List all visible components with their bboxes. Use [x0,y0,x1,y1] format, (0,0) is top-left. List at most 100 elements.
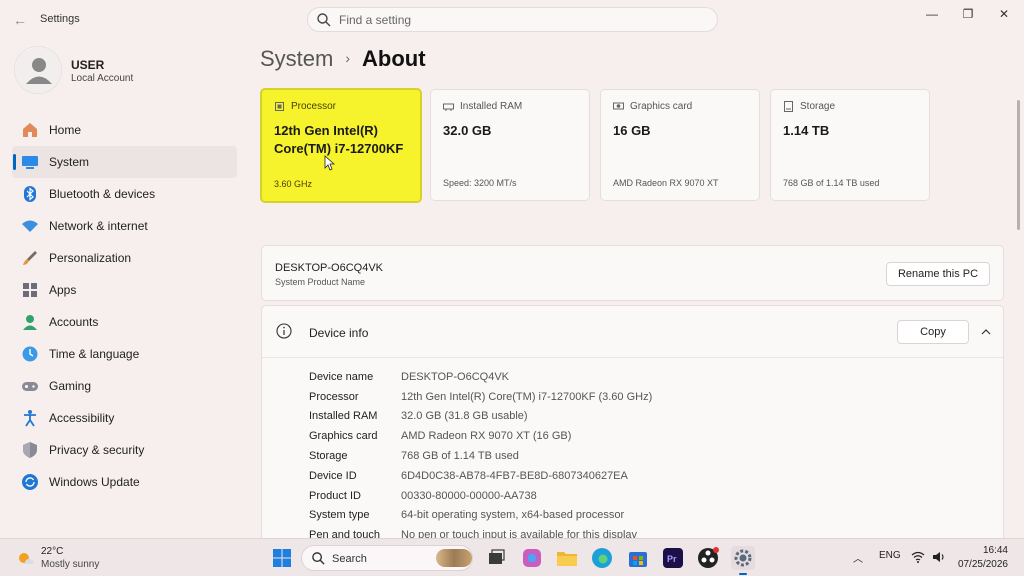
copy-button[interactable]: Copy [897,320,969,344]
chevron-up-icon[interactable] [978,324,994,340]
user-name: USER [71,58,105,72]
card-title: Installed RAM [460,101,523,112]
processor-icon [275,102,284,111]
obs-studio-icon[interactable] [696,546,720,570]
info-key: Product ID [309,489,361,502]
info-key: Graphics card [309,430,378,443]
sidebar-item-bluetooth[interactable]: Bluetooth & devices [12,178,237,210]
rename-pc-button[interactable]: Rename this PC [886,262,990,286]
info-key: Device name [309,370,374,383]
card-title: Storage [800,101,836,112]
sidebar-item-gaming[interactable]: Gaming [12,370,237,402]
windows-update-icon [22,474,38,490]
info-row-processor: Processor 12th Gen Intel(R) Core(TM) i7-1… [309,387,652,407]
sidebar-item-label: Privacy & security [49,443,145,457]
storage-usage: 768 GB of 1.14 TB used [783,178,880,188]
info-value: 12th Gen Intel(R) Core(TM) i7-12700KF (3… [401,390,653,403]
info-value: 00330-80000-00000-AA738 [401,489,537,502]
settings-gear-icon[interactable] [731,546,755,570]
time-language-icon [22,346,38,362]
volume-icon[interactable] [932,550,946,564]
start-windows-icon[interactable] [270,546,294,570]
weather-description[interactable]: Mostly sunny [41,559,99,570]
sidebar-item-time-language[interactable]: Time & language [12,338,237,370]
network-icon [22,220,38,232]
info-icon [276,323,292,339]
card-title: Processor [291,101,337,112]
clock-date[interactable]: 07/25/2026 [956,559,1008,570]
graphics-model: AMD Radeon RX 9070 XT [613,178,719,188]
sidebar-item-apps[interactable]: Apps [12,274,237,306]
file-explorer-icon[interactable] [555,546,579,570]
sidebar-item-label: Bluetooth & devices [49,187,156,201]
info-value: 768 GB of 1.14 TB used [401,450,519,463]
sidebar-item-label: Home [49,123,82,137]
back-button[interactable]: ← [10,10,30,30]
system-icon [22,156,38,169]
info-row-system-type: System type 64-bit operating system, x64-… [309,506,652,526]
clock-time[interactable]: 16:44 [956,545,1008,556]
copilot-icon[interactable] [520,546,544,570]
storage-icon [784,101,793,112]
info-row-product-id: Product ID 00330-80000-00000-AA738 [309,486,652,506]
card-header: Installed RAM [443,101,522,112]
weather-temperature[interactable]: 22°C [41,546,63,557]
pc-name-card: DESKTOP-O6CQ4VK System Product Name Rena… [261,245,1004,301]
taskbar-search[interactable]: Search [301,545,473,571]
breadcrumb-parent[interactable]: System [260,46,333,71]
info-key: Installed RAM [309,410,378,423]
device-info-header[interactable]: Device info Copy [262,306,1003,358]
input-language[interactable]: ENG [879,550,901,561]
sidebar-item-network[interactable]: Network & internet [12,210,237,242]
ram-icon [443,103,454,111]
settings-search[interactable] [307,7,718,32]
back-arrow-icon: ← [13,12,27,28]
card-header: Storage [783,101,835,112]
graphics-card: Graphics card 16 GB AMD Radeon RX 9070 X… [600,89,760,201]
microsoft-store-icon[interactable] [626,546,650,570]
user-profile[interactable]: USER Local Account [14,46,244,96]
user-avatar-icon [15,47,61,93]
sidebar-item-system[interactable]: System [12,146,237,178]
search-input[interactable] [339,12,699,28]
card-header: Processor [274,101,336,112]
storage-value: 1.14 TB [783,123,830,138]
edge-browser-icon[interactable] [590,546,614,570]
info-value: DESKTOP-O6CQ4VK [401,370,509,383]
breadcrumb: System › About [260,46,426,72]
close-button[interactable]: ✕ [994,6,1014,22]
device-info-list: Device name DESKTOP-O6CQ4VK Processor 12th… [309,367,652,544]
info-row-storage: Storage 768 GB of 1.14 TB used [309,446,652,466]
wifi-icon[interactable] [911,550,925,564]
page-title: About [362,46,426,71]
info-value: 32.0 GB (31.8 GB usable) [401,410,528,423]
maximize-button[interactable]: ❐ [958,6,978,22]
premiere-pro-icon[interactable]: Pr [661,546,685,570]
task-view-icon[interactable] [484,546,508,570]
sidebar-item-privacy[interactable]: Privacy & security [12,434,237,466]
mouse-cursor-icon [324,155,335,171]
chevron-up-icon[interactable]: ︿ [853,550,863,565]
avatar [14,46,62,94]
active-app-indicator [739,573,747,575]
sidebar-item-personalization[interactable]: Personalization [12,242,237,274]
minimize-icon: — [926,7,938,21]
search-icon [317,13,331,27]
device-info-title: Device info [309,326,369,340]
minimize-button[interactable]: — [922,6,942,22]
sidebar-item-label: Accounts [49,315,99,329]
card-title: Graphics card [630,101,693,112]
ram-value: 32.0 GB [443,123,492,138]
privacy-icon [23,442,37,458]
info-row-graphics-card: Graphics card AMD Radeon RX 9070 XT (16 G… [309,426,652,446]
sidebar-item-accessibility[interactable]: Accessibility [12,402,237,434]
gaming-icon [22,382,38,391]
info-key: System type [309,509,370,522]
weather-sunny-icon[interactable] [15,548,35,568]
info-row-installed-ram: Installed RAM 32.0 GB (31.8 GB usable) [309,407,652,427]
sidebar-item-accounts[interactable]: Accounts [12,306,237,338]
sidebar-item-label: Accessibility [49,411,115,425]
scrollbar[interactable] [1017,100,1020,230]
sidebar-item-home[interactable]: Home [12,114,237,146]
sidebar-item-windows-update[interactable]: Windows Update [12,466,237,498]
